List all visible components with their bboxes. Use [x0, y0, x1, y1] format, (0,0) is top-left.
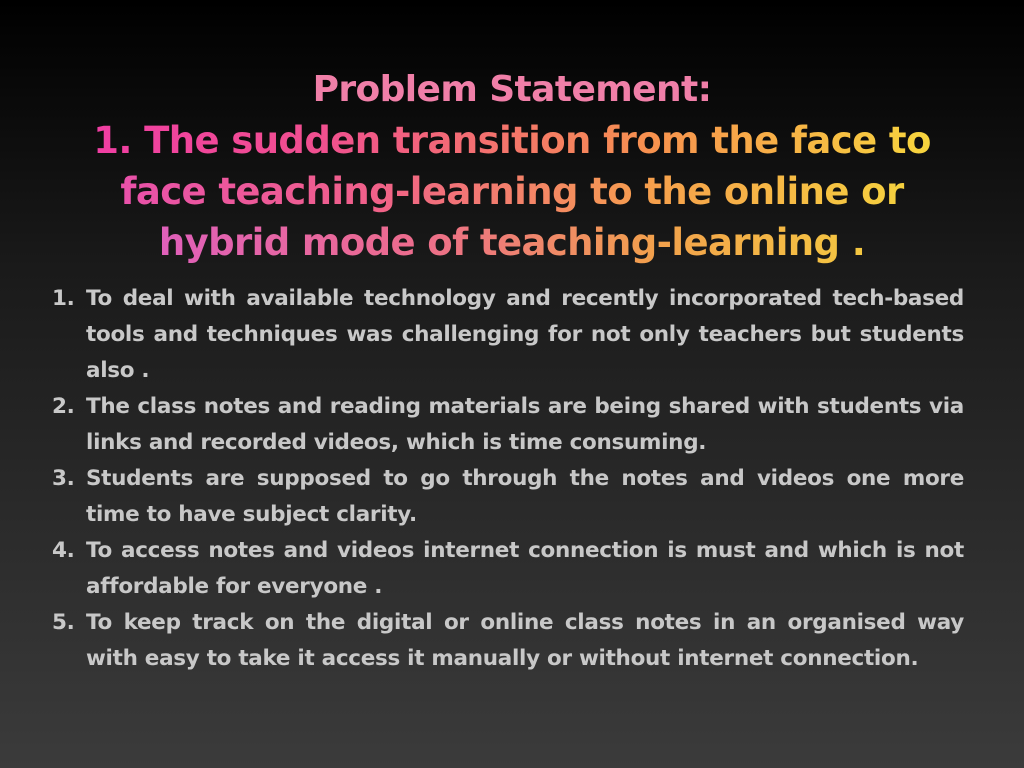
slide: Problem Statement: 1. The sudden transit… [0, 0, 1024, 768]
title-line-3: hybrid mode of teaching-learning . [40, 217, 984, 268]
title-heading: Problem Statement: [312, 69, 712, 110]
list-item-number: 5. [52, 610, 75, 635]
title-line-1: 1. The sudden transition from the face t… [40, 115, 984, 166]
problem-points-list: 1. To deal with available technology and… [52, 281, 964, 677]
list-item: 5. To keep track on the digital or onlin… [52, 605, 964, 677]
list-item-number: 1. [52, 286, 75, 311]
list-item-text: To access notes and videos internet conn… [86, 538, 964, 599]
title-line-2: face teaching-learning to the online or [40, 166, 984, 217]
list-item-number: 3. [52, 466, 75, 491]
list-item-text: To keep track on the digital or online c… [86, 610, 964, 671]
list-item-text: Students are supposed to go through the … [86, 466, 964, 527]
list-item: 3. Students are supposed to go through t… [52, 461, 964, 533]
list-item-number: 4. [52, 538, 75, 563]
list-item: 2. The class notes and reading materials… [52, 389, 964, 461]
list-item-text: To deal with available technology and re… [86, 286, 964, 383]
list-item-text: The class notes and reading materials ar… [86, 394, 964, 455]
list-item-number: 2. [52, 394, 75, 419]
list-item: 1. To deal with available technology and… [52, 281, 964, 389]
slide-title: Problem Statement: 1. The sudden transit… [40, 64, 984, 268]
list-item: 4. To access notes and videos internet c… [52, 533, 964, 605]
